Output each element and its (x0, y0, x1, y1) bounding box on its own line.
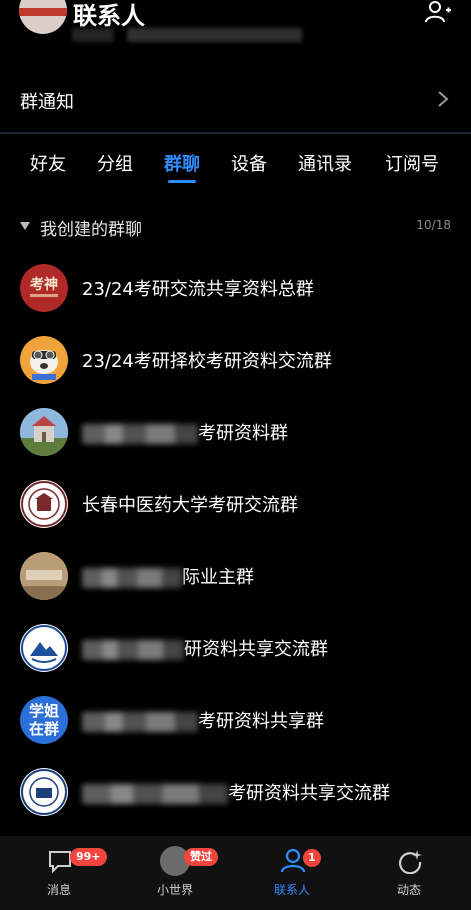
list-item[interactable]: 23/24考研择校考研资料交流群 (0, 325, 471, 395)
blurred-subtitle (72, 28, 302, 42)
nav-label: 动态 (396, 883, 421, 897)
group-name: 考研资料共享交流群 (82, 779, 390, 805)
nav-contacts[interactable]: 1 联系人 (247, 836, 337, 910)
chevron-right-icon (438, 91, 449, 107)
list-item[interactable]: 考研资料共享交流群 (0, 757, 471, 827)
group-avatar (20, 336, 68, 384)
collapse-triangle-icon (20, 222, 30, 230)
group-avatar (20, 552, 68, 600)
blurred-text (82, 640, 184, 660)
group-name: 长春中医药大学考研交流群 (82, 495, 298, 516)
notification-badge: 1 (303, 849, 321, 867)
tab-subscriptions[interactable]: 订阅号 (385, 150, 439, 176)
tab-group-chats[interactable]: 群聊 (164, 150, 200, 176)
group-avatar (20, 768, 68, 816)
top-bar: 联系人 (0, 0, 471, 50)
list-item[interactable]: 考神 23/24考研交流共享资料总群 (0, 253, 471, 323)
unread-badge: 99+ (70, 848, 107, 866)
bottom-nav: 99+ 消息 赞过 小世界 1 联系人 动态 (0, 836, 471, 910)
created-groups-header[interactable]: 我创建的群聊 10/18 (0, 212, 471, 242)
nav-label: 小世界 (156, 883, 193, 897)
refresh-star-icon (398, 850, 422, 874)
group-name: 际业主群 (82, 563, 254, 589)
nav-small-world[interactable]: 赞过 小世界 (130, 836, 220, 910)
blurred-text (82, 784, 228, 804)
group-name: 23/24考研择校考研资料交流群 (82, 351, 332, 372)
group-notice-row[interactable]: 群通知 (0, 72, 471, 126)
list-item[interactable]: 研资料共享交流群 (0, 613, 471, 683)
group-avatar (20, 624, 68, 672)
list-item[interactable]: 学姐在群 考研资料共享群 (0, 685, 471, 755)
active-tab-indicator (168, 180, 196, 183)
divider (0, 132, 471, 134)
contact-tabs: 好友 分组 群聊 设备 通讯录 订阅号 (0, 150, 471, 190)
blurred-text (82, 712, 198, 732)
section-count: 10/18 (416, 218, 451, 232)
group-name: 研资料共享交流群 (82, 635, 328, 661)
message-bubble-icon (49, 851, 71, 874)
list-item[interactable]: 际业主群 (0, 541, 471, 611)
liked-badge: 赞过 (184, 848, 218, 866)
group-notice-label: 群通知 (20, 92, 74, 113)
contacts-person-icon (280, 848, 306, 873)
add-contact-icon[interactable] (425, 0, 451, 24)
user-avatar[interactable] (19, 0, 67, 34)
list-item[interactable]: 考研资料群 (0, 397, 471, 467)
list-item[interactable]: 长春中医药大学考研交流群 (0, 469, 471, 539)
group-name: 考研资料群 (82, 419, 288, 445)
nav-feed[interactable]: 动态 (364, 836, 454, 910)
group-avatar: 考神 (20, 264, 68, 312)
page-title: 联系人 (73, 2, 145, 30)
group-name: 考研资料共享群 (82, 707, 324, 733)
tab-friends[interactable]: 好友 (30, 150, 66, 176)
blurred-text (82, 424, 198, 444)
group-avatar (20, 408, 68, 456)
section-title: 我创建的群聊 (40, 220, 142, 240)
tab-groups-category[interactable]: 分组 (97, 150, 133, 176)
blurred-text (82, 568, 182, 588)
group-avatar (20, 480, 68, 528)
group-name: 23/24考研交流共享资料总群 (82, 279, 314, 300)
nav-label: 消息 (46, 883, 71, 897)
nav-label: 联系人 (273, 883, 310, 897)
group-avatar: 学姐在群 (20, 696, 68, 744)
tab-address-book[interactable]: 通讯录 (298, 150, 352, 176)
nav-messages[interactable]: 99+ 消息 (14, 836, 107, 910)
tab-devices[interactable]: 设备 (231, 150, 267, 176)
